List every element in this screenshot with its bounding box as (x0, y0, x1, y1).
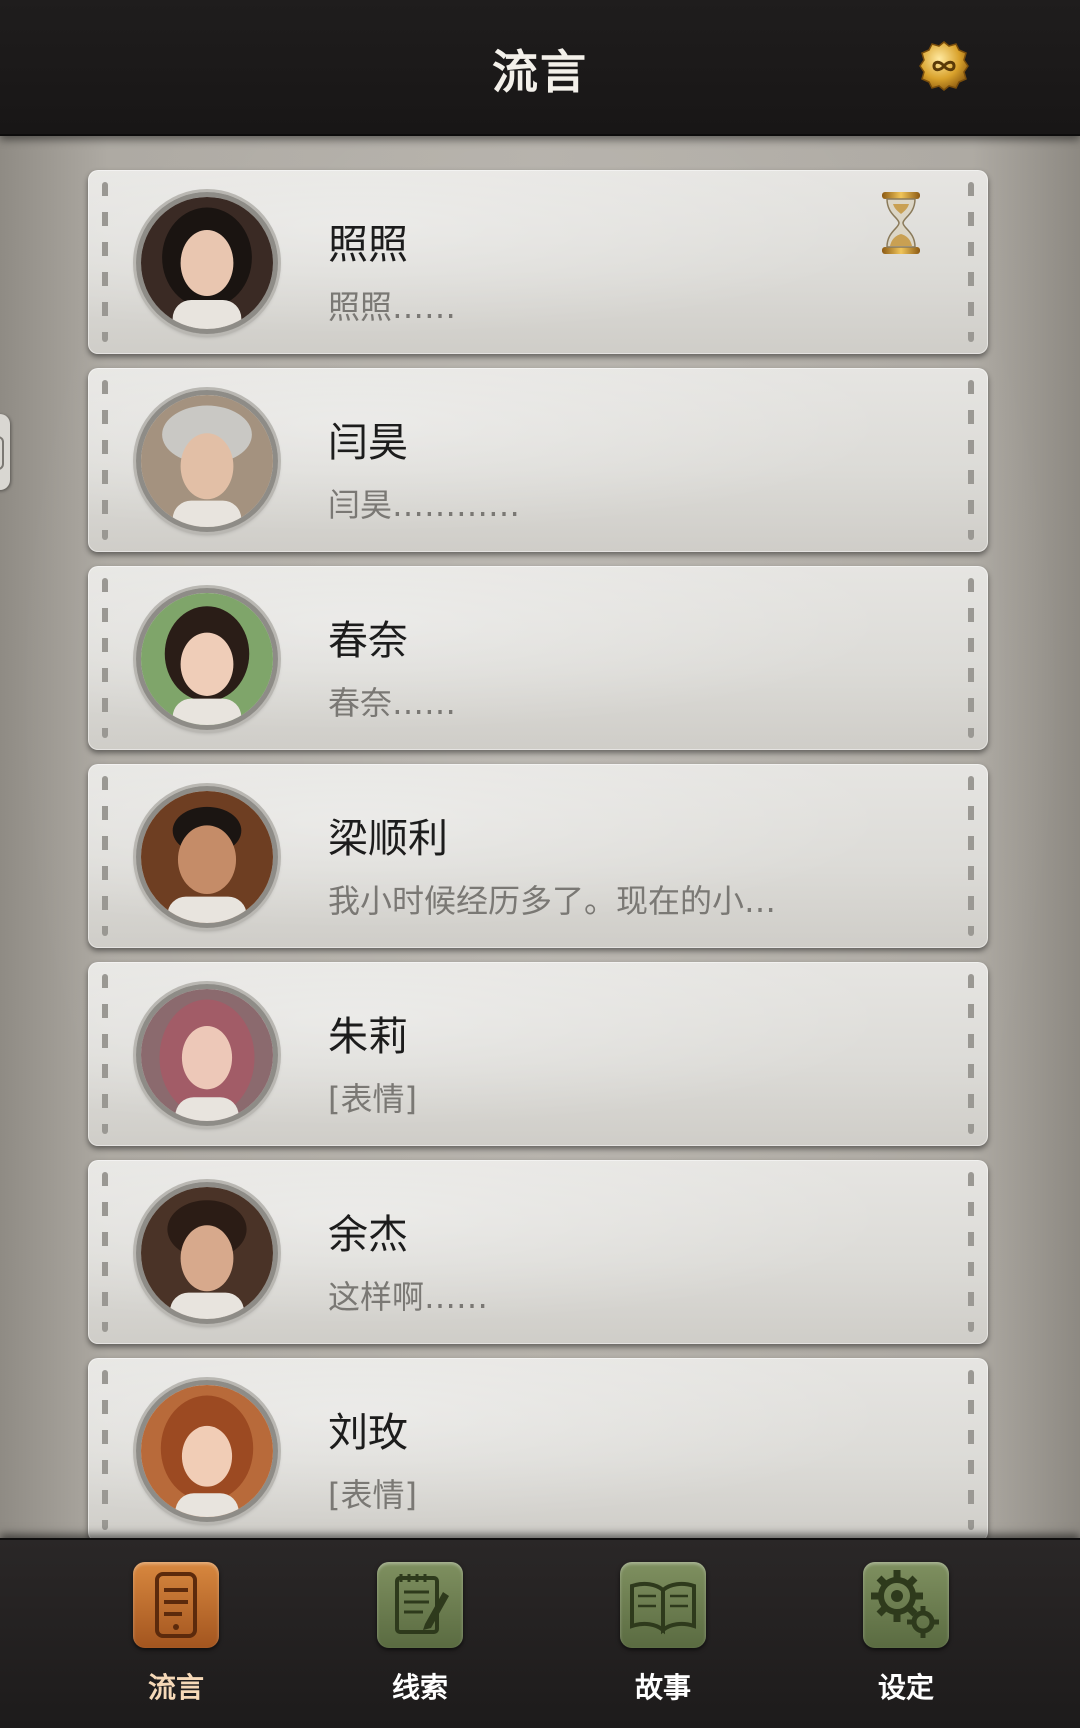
conversation-card[interactable]: 朱莉 [表情] (88, 962, 988, 1146)
stitch-decoration (102, 380, 108, 540)
nav-tab-story[interactable]: 故事 (608, 1562, 718, 1712)
nav-label: 设定 (877, 1671, 934, 1704)
conversation-card[interactable]: 刘玫 [表情] (88, 1358, 988, 1538)
stitch-decoration (968, 578, 974, 738)
contact-name: 刘玫 (328, 1410, 408, 1456)
stitch-decoration (102, 776, 108, 936)
top-bar: 流言 (0, 0, 1080, 136)
avatar (136, 786, 278, 928)
stitch-decoration (968, 974, 974, 1134)
avatar (136, 1380, 278, 1522)
nav-tab-rumors[interactable]: 流言 (121, 1562, 231, 1712)
conversation-card[interactable]: 春奈 春奈…… (88, 566, 988, 750)
conversation-card[interactable]: 照照 照照…… (88, 170, 988, 354)
contact-name: 春奈 (328, 618, 408, 664)
stitch-decoration (968, 1370, 974, 1530)
gears-icon (863, 1562, 949, 1648)
conversation-card[interactable]: 梁顺利 我小时候经历多了。现在的小… (88, 764, 988, 948)
nav-label: 故事 (634, 1671, 691, 1704)
message-preview: 我小时候经历多了。现在的小… (328, 882, 777, 920)
avatar (136, 1182, 278, 1324)
avatar (136, 390, 278, 532)
infinity-coin-icon[interactable] (918, 40, 970, 92)
stitch-decoration (102, 182, 108, 342)
message-preview: 闫昊………… (328, 486, 521, 524)
contact-name: 余杰 (328, 1212, 408, 1258)
nav-label: 流言 (147, 1671, 204, 1704)
hourglass-icon (880, 190, 922, 256)
avatar (136, 192, 278, 334)
message-preview: 这样啊…… (328, 1278, 489, 1316)
bottom-nav: 流言 线索 故事 设定 (0, 1538, 1080, 1728)
contact-name: 梁顺利 (328, 816, 448, 862)
conversation-card[interactable]: 余杰 这样啊…… (88, 1160, 988, 1344)
notepad-icon (377, 1562, 463, 1648)
contact-name: 闫昊 (328, 420, 408, 466)
stitch-decoration (102, 1370, 108, 1530)
avatar (136, 984, 278, 1126)
stitch-decoration (968, 380, 974, 540)
side-drawer-handle[interactable] (0, 414, 10, 490)
stitch-decoration (102, 974, 108, 1134)
avatar (136, 588, 278, 730)
nav-tab-clues[interactable]: 线索 (365, 1562, 475, 1712)
conversation-card[interactable]: 闫昊 闫昊………… (88, 368, 988, 552)
message-preview: [表情] (328, 1080, 417, 1118)
stitch-decoration (102, 578, 108, 738)
conversation-list[interactable]: 照照 照照…… 闫昊 闫昊………… 春奈 春奈…… 梁顺利 我小时候经历多了。现… (0, 136, 1080, 1538)
stitch-decoration (968, 776, 974, 936)
nav-tab-settings[interactable]: 设定 (851, 1562, 961, 1712)
phone-chat-icon (133, 1562, 219, 1648)
stitch-decoration (968, 1172, 974, 1332)
message-preview: [表情] (328, 1476, 417, 1514)
nav-label: 线索 (391, 1671, 448, 1704)
open-book-icon (620, 1562, 706, 1648)
contact-name: 照照 (328, 222, 408, 268)
stitch-decoration (102, 1172, 108, 1332)
contact-name: 朱莉 (328, 1014, 408, 1060)
stitch-decoration (968, 182, 974, 342)
message-preview: 春奈…… (328, 684, 457, 722)
message-preview: 照照…… (328, 288, 457, 326)
